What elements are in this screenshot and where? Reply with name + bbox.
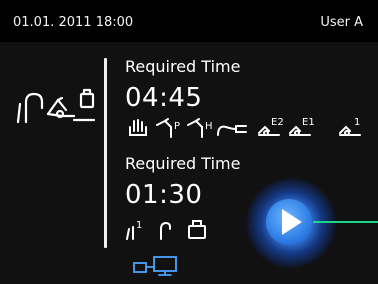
one-superscript: 1	[354, 117, 360, 128]
instrument-e2-icon[interactable]: E2	[257, 115, 287, 139]
svg-text:H: H	[205, 121, 213, 132]
play-icon[interactable]	[282, 209, 302, 235]
tube-1-superscript: 1	[136, 220, 142, 231]
svg-text:P: P	[174, 121, 180, 132]
required-time-value-1: 04:45	[125, 83, 203, 113]
handpiece-h-icon[interactable]: H	[186, 117, 214, 139]
network-connection-icon[interactable]	[132, 255, 182, 277]
handpiece-device-icon	[14, 86, 96, 126]
required-time-label-2: Required Time	[125, 154, 241, 173]
instrument-1-icon[interactable]: 1	[338, 115, 366, 139]
instrument-e1-icon[interactable]: E1	[288, 115, 318, 139]
datetime: 01.01. 2011 18:00	[13, 15, 134, 30]
tube-1-icon[interactable]: 1	[124, 219, 148, 241]
required-time-value-2: 01:30	[125, 180, 203, 210]
divider	[104, 58, 107, 248]
chamber-icon[interactable]	[186, 218, 208, 240]
user-name[interactable]: User A	[320, 15, 363, 30]
status-bar: 01.01. 2011 18:00 User A	[0, 0, 378, 42]
device-screen: 01.01. 2011 18:00 User A Required Time 0…	[0, 0, 378, 284]
handpiece-p-icon[interactable]: P	[155, 117, 183, 139]
hose-icon[interactable]	[216, 121, 248, 137]
handwash-icon[interactable]	[127, 119, 149, 139]
e1-superscript: E1	[302, 117, 315, 128]
tube-icon[interactable]	[157, 219, 173, 241]
connector-line	[313, 221, 378, 223]
e2-superscript: E2	[271, 117, 284, 128]
required-time-label-1: Required Time	[125, 57, 241, 76]
